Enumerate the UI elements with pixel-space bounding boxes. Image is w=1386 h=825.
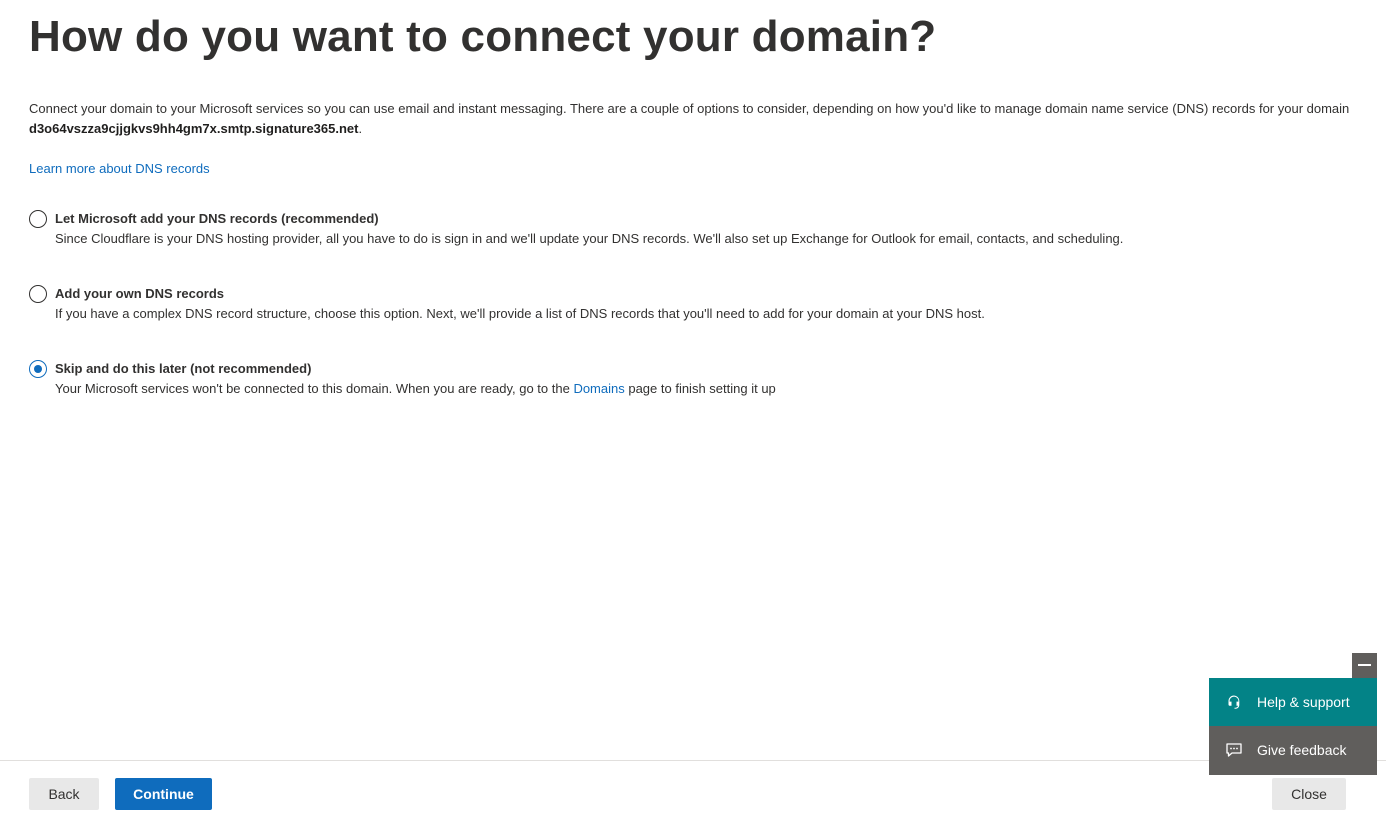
description-before: Your Microsoft services won't be connect… xyxy=(55,381,574,396)
domain-name: d3o64vszza9cjjgkvs9hh4gm7x.smtp.signatur… xyxy=(29,121,359,136)
help-support-label: Help & support xyxy=(1257,694,1350,710)
back-button[interactable]: Back xyxy=(29,778,99,810)
feedback-chat-icon xyxy=(1226,743,1242,757)
continue-button[interactable]: Continue xyxy=(115,778,212,810)
intro-suffix: . xyxy=(358,121,363,136)
option-let-microsoft-add[interactable]: Let Microsoft add your DNS records (reco… xyxy=(29,209,1359,249)
footer-divider xyxy=(0,760,1386,761)
intro-text: Connect your domain to your Microsoft se… xyxy=(29,101,1350,116)
option-description: Your Microsoft services won't be connect… xyxy=(55,379,776,399)
radio-add-own-records[interactable] xyxy=(29,285,47,303)
option-description: Since Cloudflare is your DNS hosting pro… xyxy=(55,231,1124,246)
intro-paragraph: Connect your domain to your Microsoft se… xyxy=(29,99,1359,139)
give-feedback-button[interactable]: Give feedback xyxy=(1209,726,1377,775)
close-button[interactable]: Close xyxy=(1272,778,1346,810)
description-after: page to finish setting it up xyxy=(624,381,776,396)
headset-icon xyxy=(1228,695,1240,709)
give-feedback-label: Give feedback xyxy=(1257,742,1347,758)
option-title: Skip and do this later (not recommended) xyxy=(55,361,312,376)
option-title: Let Microsoft add your DNS records (reco… xyxy=(55,211,379,226)
domains-link[interactable]: Domains xyxy=(573,381,624,396)
learn-more-dns-link[interactable]: Learn more about DNS records xyxy=(29,159,210,179)
option-title: Add your own DNS records xyxy=(55,286,225,301)
connect-domain-page: How do you want to connect your domain? … xyxy=(0,0,1386,825)
radio-let-microsoft-add[interactable] xyxy=(29,210,47,228)
radio-skip-later[interactable] xyxy=(29,360,47,378)
minimize-icon[interactable] xyxy=(1352,653,1377,678)
option-skip-later[interactable]: Skip and do this later (not recommended)… xyxy=(29,359,1359,399)
help-support-button[interactable]: Help & support xyxy=(1209,678,1377,726)
page-title: How do you want to connect your domain? xyxy=(29,12,937,61)
option-description: If you have a complex DNS record structu… xyxy=(55,306,985,321)
option-add-own-records[interactable]: Add your own DNS records If you have a c… xyxy=(29,284,1359,324)
